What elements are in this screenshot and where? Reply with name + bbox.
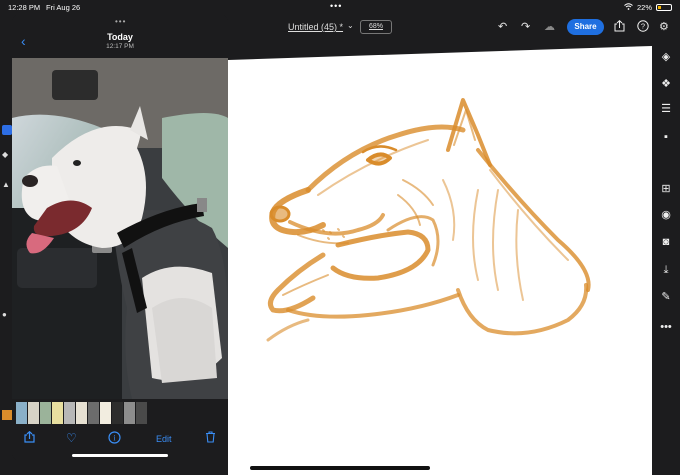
battery-percent: 22%	[636, 3, 652, 12]
export-icon[interactable]	[614, 20, 625, 35]
thumbnail[interactable]	[64, 402, 75, 424]
photos-title: Today	[107, 32, 133, 42]
chevron-down-icon[interactable]: ⌄	[347, 21, 354, 30]
photos-slide-over[interactable]: ••• ‹ Today 12:17 PM ♡ i Edit	[12, 14, 228, 461]
color-swatch-icon[interactable]: ●	[2, 310, 12, 320]
status-time: 12:28 PM	[8, 3, 41, 12]
thumbnail[interactable]	[112, 402, 123, 424]
photos-subtitle: 12:17 PM	[106, 43, 134, 50]
plus-square-icon[interactable]: ⊞	[659, 182, 673, 196]
redo-icon[interactable]: ↷	[521, 20, 530, 33]
home-indicator	[250, 466, 430, 470]
drawing-canvas[interactable]	[228, 40, 652, 475]
thumbnail[interactable]	[100, 402, 111, 424]
layers-icon[interactable]: ◈	[659, 50, 673, 64]
dog-photo[interactable]	[12, 58, 228, 399]
comment-icon[interactable]: ▪	[659, 130, 673, 144]
info-icon[interactable]: i	[108, 431, 121, 447]
share-icon[interactable]	[24, 430, 35, 446]
thumbnail[interactable]	[28, 402, 39, 424]
thumbnail[interactable]	[136, 402, 147, 424]
document-title[interactable]: Untitled (45) *	[288, 22, 343, 32]
home-indicator	[72, 454, 168, 457]
zoom-level[interactable]: 68%	[360, 20, 392, 34]
status-right: 22%	[624, 3, 672, 12]
svg-text:i: i	[113, 434, 116, 443]
undo-icon[interactable]: ↶	[498, 20, 507, 33]
trash-icon[interactable]	[205, 431, 216, 446]
add-layer-icon[interactable]: ❖	[659, 77, 673, 91]
edit-button[interactable]: Edit	[156, 434, 172, 444]
thumbnail[interactable]	[16, 402, 27, 424]
thumbnail-strip	[16, 402, 147, 424]
thumbnail[interactable]	[88, 402, 99, 424]
help-icon[interactable]: ?	[637, 20, 649, 35]
cloud-icon[interactable]: ☁	[544, 20, 555, 33]
eraser-tool-icon[interactable]: ◆	[2, 150, 12, 160]
adjust-icon[interactable]: ☰	[659, 102, 673, 116]
right-tool-rail: ◈ ❖ ☰ ▪ ⊞ ◉ ◙ ⤓ ✎ •••	[652, 40, 680, 475]
status-date: Fri Aug 26	[46, 3, 81, 12]
dog-sketch	[266, 98, 591, 342]
thumbnail[interactable]	[52, 402, 63, 424]
battery-icon	[656, 4, 672, 11]
thumbnail[interactable]	[124, 402, 135, 424]
more-icon[interactable]: •••	[659, 320, 673, 334]
wifi-icon	[624, 3, 633, 12]
more-dots-icon[interactable]: •••	[115, 17, 126, 26]
current-color-icon[interactable]	[2, 410, 12, 420]
brush-tool-icon[interactable]	[2, 125, 12, 135]
brush-settings-icon[interactable]: ✎	[659, 290, 673, 304]
smudge-tool-icon[interactable]: ▲	[2, 180, 12, 190]
import-icon[interactable]: ⤓	[659, 263, 673, 277]
more-dots-icon[interactable]: •••	[330, 1, 342, 11]
svg-text:?: ?	[641, 22, 645, 31]
status-bar: 12:28 PM Fri Aug 26 ••• 22%	[0, 0, 680, 14]
gear-icon[interactable]: ⚙	[659, 20, 669, 33]
share-button[interactable]: Share	[567, 19, 604, 35]
thumbnail[interactable]	[40, 402, 51, 424]
thumbnail[interactable]	[76, 402, 87, 424]
mask-icon[interactable]: ◙	[659, 235, 673, 249]
heart-icon[interactable]: ♡	[66, 431, 77, 445]
eye-icon[interactable]: ◉	[659, 208, 673, 222]
